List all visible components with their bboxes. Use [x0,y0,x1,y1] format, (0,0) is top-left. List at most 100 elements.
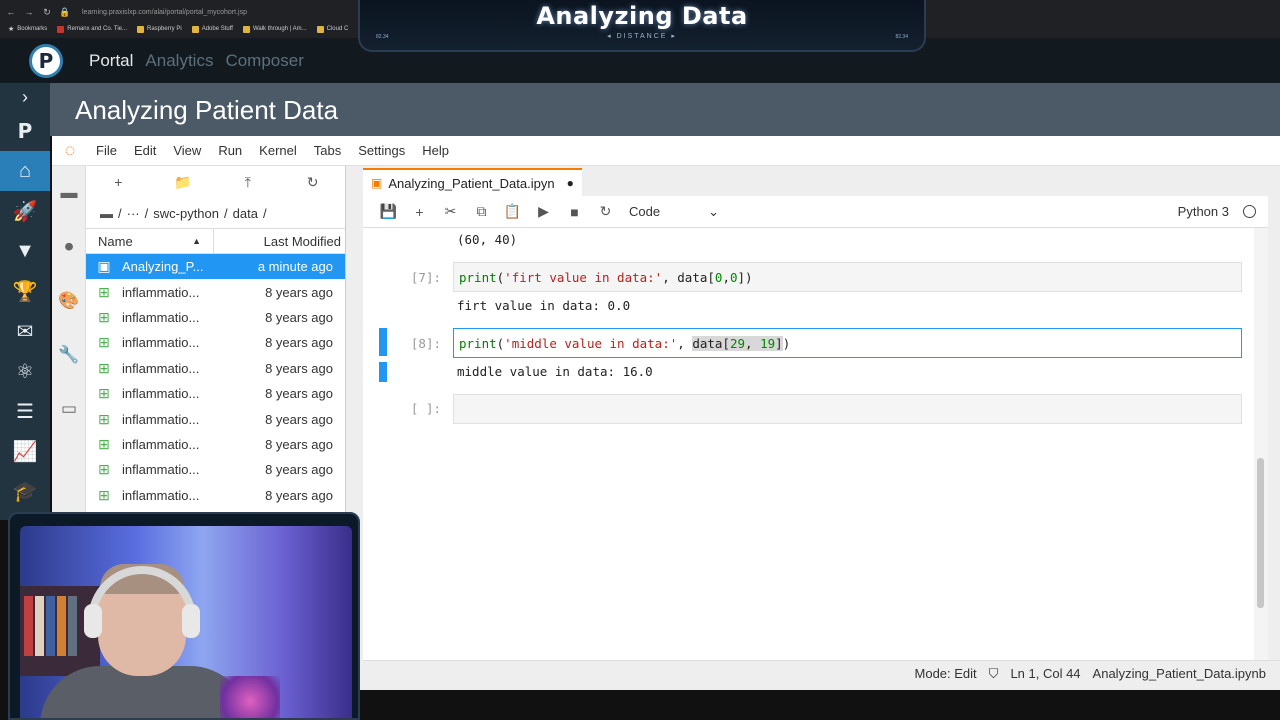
refresh-icon[interactable]: ↻ [280,174,345,191]
save-icon[interactable]: 💾 [373,203,404,220]
file-name: inflammatio... [122,309,200,325]
restart-icon[interactable]: ↻ [590,203,621,220]
cell-8-output-collapser[interactable] [379,362,387,382]
file-modified: 8 years ago [265,284,333,300]
nav-composer[interactable]: Composer [225,51,303,71]
palette-icon[interactable]: 🎨 [52,274,86,328]
cell-7-code[interactable]: print('firt value in data:', data[0, 0]) [453,262,1242,292]
menu-file[interactable]: File [96,143,117,158]
run-icon[interactable]: ▶ [528,203,559,220]
menu-run[interactable]: Run [218,143,242,158]
new-folder-icon[interactable]: 📁 [151,174,216,191]
status-position[interactable]: Ln 1, Col 44 [1010,666,1080,681]
scroll-thumb[interactable] [1257,458,1264,608]
cohort-icon[interactable]: ⌂ [0,151,50,191]
file-row[interactable]: ⊞ inflammatio... 8 years ago [86,406,345,431]
menu-kernel[interactable]: Kernel [259,143,297,158]
forward-icon[interactable]: → [22,7,36,17]
bookmark-label: Raspberry Pi [147,26,182,32]
portal-logo[interactable]: P [29,43,63,78]
notebook-tab[interactable]: ▣ Analyzing_Patient_Data.ipyn ● [363,168,582,196]
stop-icon[interactable]: ■ [559,204,590,220]
spreadsheet-icon: ⊞ [98,308,110,325]
bookmark-item[interactable]: Adobe Stuff [191,25,233,33]
tabs-icon[interactable]: ▭ [52,382,86,436]
graduation-cap-icon[interactable]: 🎓 [0,471,50,511]
cell-8-prompt: [8]: [410,336,441,351]
file-name: inflammatio... [122,284,200,300]
logo-letter: P [38,48,54,73]
atom-icon[interactable]: ⚛ [0,351,50,391]
p-logo-icon[interactable]: P [0,111,50,151]
file-row[interactable]: ⊞ inflammatio... 8 years ago [86,457,345,482]
file-row[interactable]: ⊞ inflammatio... 8 years ago [86,432,345,457]
bookmark-item[interactable]: Raspberry Pi [137,25,182,33]
folder-icon[interactable]: ▬ [100,206,113,221]
folder-icon[interactable]: ▬ [52,166,86,220]
book [35,596,44,656]
chevron-right-icon[interactable]: › [0,83,50,111]
file-row[interactable]: ⊞ inflammatio... 8 years ago [86,381,345,406]
gitlab-icon[interactable]: ▼ [0,231,50,271]
file-row[interactable]: ⊞ inflammatio... 8 years ago [86,330,345,355]
shield-icon[interactable]: ⛉ [989,666,999,682]
book [24,596,33,656]
page-title: Analyzing Patient Data [75,95,339,125]
file-row[interactable]: ⊞ inflammatio... 8 years ago [86,305,345,330]
file-name: inflammatio... [122,462,200,478]
menu-settings[interactable]: Settings [358,143,405,158]
kernel-name: Python 3 [1177,204,1229,219]
bookmark-item[interactable]: Walk through | Am... [242,25,307,33]
notebook-scrollbar[interactable] [1254,228,1268,663]
column-name[interactable]: Name ▲ [86,228,214,254]
status-mode[interactable]: Mode: Edit [915,666,977,681]
server-icon[interactable]: ☰ [0,391,50,431]
empty-cell-code[interactable] [453,394,1242,424]
bookmark-item[interactable]: Remanx and Co. Tie... [57,25,127,33]
mail-icon[interactable]: ✉ [0,311,50,351]
file-modified: 8 years ago [265,335,333,351]
portal-nav: Portal Analytics Composer [89,51,304,71]
rocket-icon[interactable]: 🚀 [0,191,50,231]
file-row[interactable]: ▣ Analyzing_P... a minute ago [86,254,345,280]
file-modified: a minute ago [257,259,333,275]
insert-cell-icon[interactable]: + [404,204,435,220]
url-text[interactable]: learning.praxislxp.com/alai/portal/porta… [82,9,247,16]
cell-8-code[interactable]: print('middle value in data:', data[29, … [453,328,1242,358]
copy-icon[interactable]: ⧉ [466,203,497,220]
unsaved-dot-icon[interactable]: ● [567,176,574,190]
file-list-header: Name ▲ Last Modified [86,228,345,254]
running-icon[interactable]: ⏺ [52,220,86,274]
overlay-subtitle: ◂ DISTANCE ▸ [607,33,677,40]
cut-icon[interactable]: ✂ [435,203,466,220]
kernel-indicator[interactable]: Python 3 [1178,204,1256,219]
file-row[interactable]: ⊞ inflammatio... 8 years ago [86,483,345,508]
cell-type-select[interactable]: Code ⌄ [629,204,719,220]
bookmarks-bar: ★ Bookmarks Remanx and Co. Tie... Raspber… [0,22,348,36]
folder-icon [316,25,324,33]
file-row[interactable]: ⊞ inflammatio... 8 years ago [86,356,345,381]
nav-analytics[interactable]: Analytics [145,51,213,71]
breadcrumb-data[interactable]: data [233,206,258,221]
bookmark-item[interactable]: ★ Bookmarks [8,25,47,33]
wrench-icon[interactable]: 🔧 [52,328,86,382]
menu-edit[interactable]: Edit [134,143,156,158]
upload-icon[interactable]: ⤒ [216,174,281,191]
nav-portal[interactable]: Portal [89,51,133,71]
breadcrumb-sep: / [118,205,122,221]
file-row[interactable]: ⊞ inflammatio... 8 years ago [86,279,345,304]
menu-help[interactable]: Help [422,143,449,158]
back-icon[interactable]: ← [4,7,18,17]
trophy-icon[interactable]: 🏆 [0,271,50,311]
breadcrumb-swc-python[interactable]: swc-python [153,206,219,221]
breadcrumb-ellipsis[interactable]: ··· [127,206,140,221]
bookmark-item[interactable]: Cloud C [316,25,348,33]
menu-view[interactable]: View [173,143,201,158]
cell-7-output: firt value in data: 0.0 [457,298,631,313]
chart-icon[interactable]: 📈 [0,431,50,471]
paste-icon[interactable]: 📋 [497,203,528,220]
menu-tabs[interactable]: Tabs [314,143,341,158]
reload-icon[interactable]: ↻ [40,7,54,18]
column-modified[interactable]: Last Modified [214,234,345,249]
new-launcher-icon[interactable]: + [86,174,151,190]
